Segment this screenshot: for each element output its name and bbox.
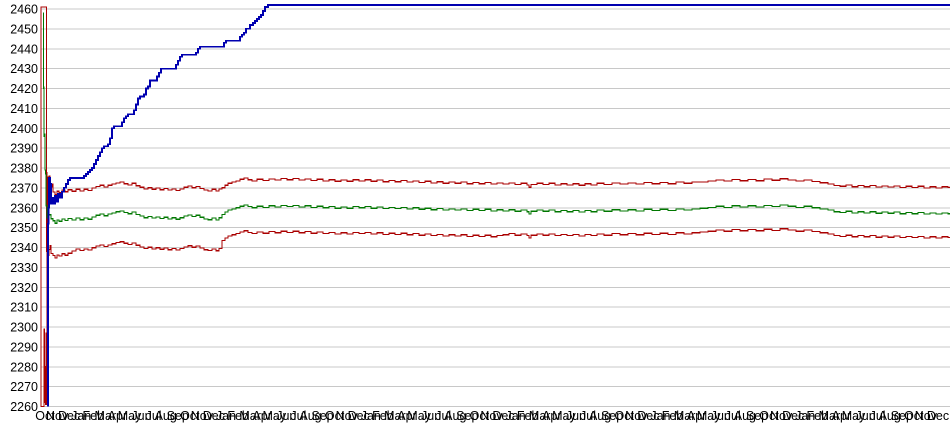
y-tick-label: 2350 — [10, 221, 38, 235]
y-tick-label: 2440 — [10, 42, 38, 56]
y-tick-label: 2400 — [10, 122, 38, 136]
y-tick-label: 2270 — [10, 380, 38, 394]
y-tick-label: 2370 — [10, 181, 38, 195]
series-lines — [40, 4, 950, 408]
y-tick-label: 2390 — [10, 142, 38, 156]
y-tick-label: 2420 — [10, 82, 38, 96]
y-tick-label: 2380 — [10, 162, 38, 176]
y-tick-label: 2280 — [10, 360, 38, 374]
series-middle-band — [42, 12, 950, 224]
x-axis-labels: OctNovDecJanFebMarAprMayJunJulAugSepOctN… — [35, 409, 949, 423]
series-upper-band — [40, 6, 950, 406]
chart-svg: 2460 2450 2440 2430 2420 2410 2400 2390 2380 2370… — [10, 3, 950, 423]
y-tick-label: 2320 — [10, 281, 38, 295]
y-tick-label: 2340 — [10, 241, 38, 255]
y-tick-label: 2300 — [10, 321, 38, 335]
y-tick-label: 2260 — [10, 400, 38, 414]
y-tick-label: 2450 — [10, 22, 38, 36]
y-tick-label: 2360 — [10, 201, 38, 215]
y-axis-labels: 2460 2450 2440 2430 2420 2410 2400 2390 2380 2370… — [10, 3, 38, 415]
y-tick-label: 2330 — [10, 261, 38, 275]
y-tick-label: 2460 — [10, 3, 38, 17]
x-tick-label: Dec — [927, 409, 949, 423]
y-tick-label: 2410 — [10, 102, 38, 116]
y-tick-label: 2310 — [10, 301, 38, 315]
y-tick-label: 2290 — [10, 340, 38, 354]
chart-canvas: 2460 2450 2440 2430 2420 2410 2400 2390 2380 2370… — [0, 0, 950, 435]
y-tick-label: 2430 — [10, 62, 38, 76]
series-equity-curve — [47, 4, 950, 407]
